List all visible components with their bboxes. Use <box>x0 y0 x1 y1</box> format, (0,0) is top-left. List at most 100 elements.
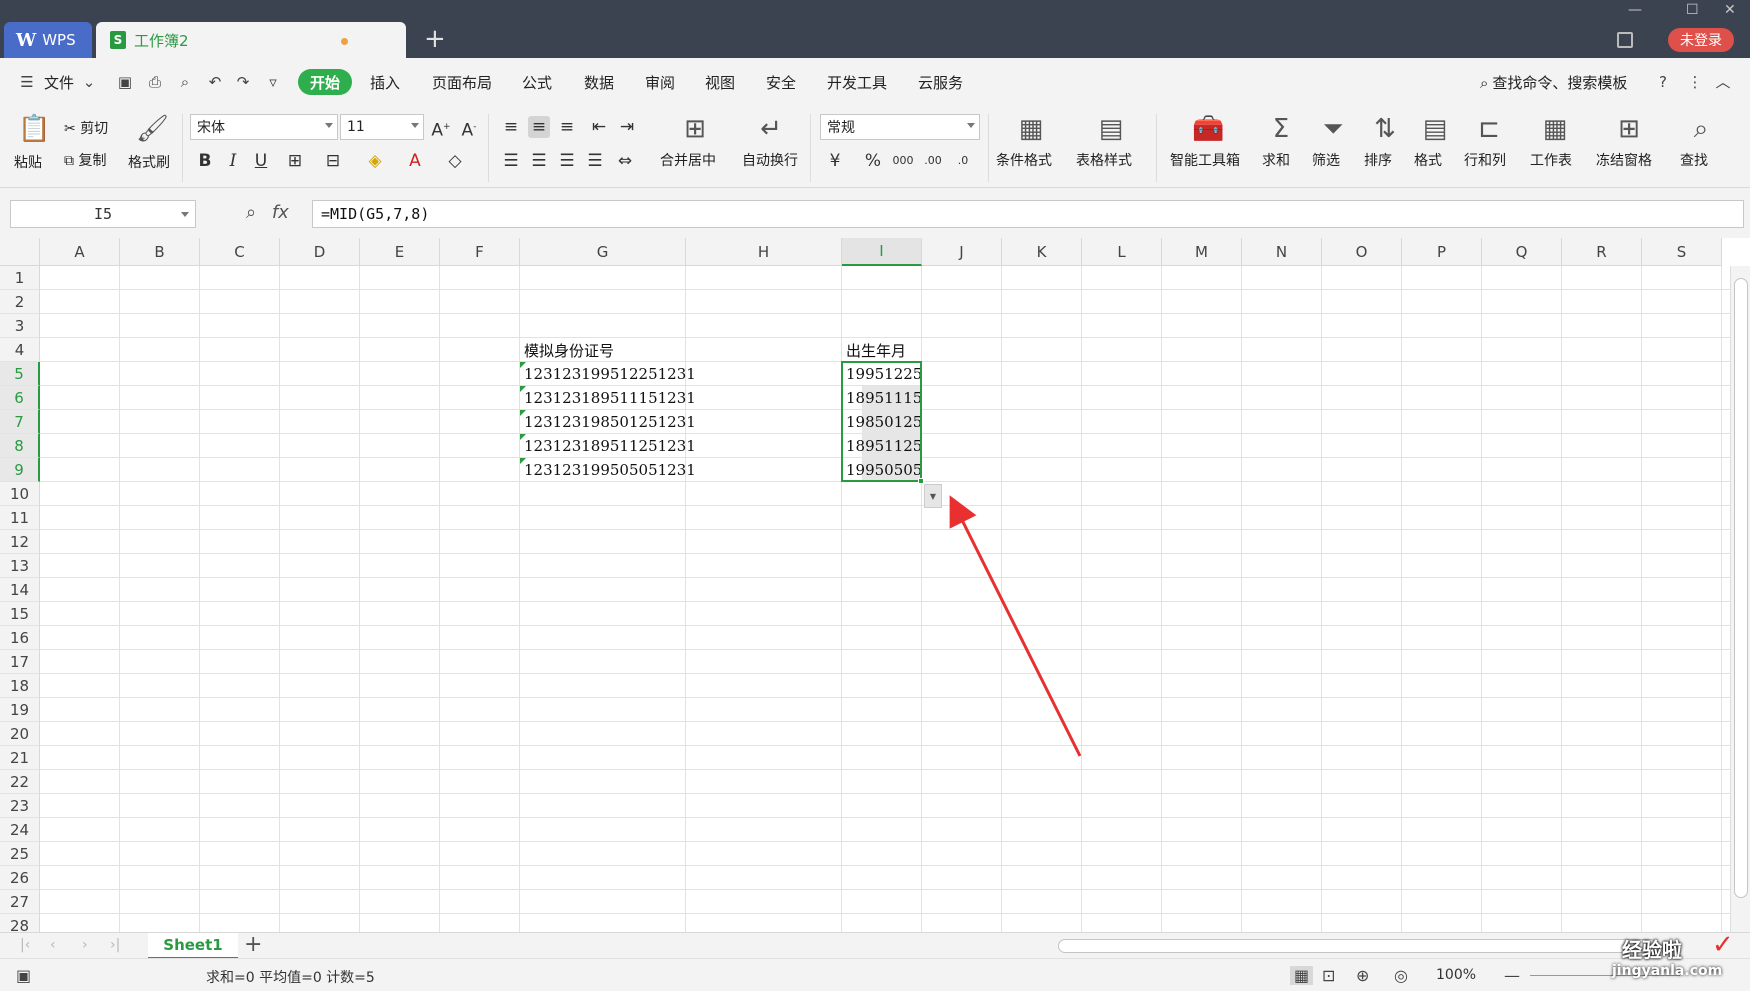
wrap-text-button[interactable]: 自动换行 <box>742 150 798 170</box>
justify-icon[interactable]: ☰ <box>584 150 606 172</box>
command-search[interactable]: ⌕ 查找命令、搜索模板 <box>1480 72 1627 93</box>
format-icon[interactable]: ▤ <box>1420 114 1450 144</box>
tab-cloud-services[interactable]: 云服务 <box>918 72 963 93</box>
more-options-icon[interactable]: ⋮ <box>1686 74 1704 90</box>
spreadsheet-grid[interactable]: ABCDEFGHIJKLMNOPQRS 1 2 3 4 5 6 7 8 9 10 11 12 13 14 1… <box>0 238 1750 932</box>
find-button[interactable]: 查找 <box>1680 150 1708 170</box>
tab-view[interactable]: 视图 <box>705 72 735 93</box>
name-box[interactable]: I5 <box>10 200 196 228</box>
increase-decimal-icon[interactable]: .00 <box>922 150 944 172</box>
sort-icon[interactable]: ⇅ <box>1370 114 1400 144</box>
increase-font-icon[interactable]: A+ <box>430 116 452 142</box>
redo-icon[interactable]: ↷ <box>234 74 252 90</box>
new-tab-button[interactable]: + <box>424 26 446 52</box>
align-center-icon[interactable]: ☰ <box>528 150 550 172</box>
increase-indent-icon[interactable]: ⇥ <box>616 116 638 138</box>
find-icon[interactable]: ⌕ <box>1686 114 1716 144</box>
sum-icon[interactable]: Σ <box>1266 114 1296 144</box>
worksheet-button[interactable]: 工作表 <box>1530 150 1572 170</box>
format-button[interactable]: 格式 <box>1414 150 1442 170</box>
vertical-scroll-thumb[interactable] <box>1734 278 1748 898</box>
tab-data[interactable]: 数据 <box>584 72 614 93</box>
bold-button[interactable]: B <box>194 150 216 172</box>
help-icon[interactable]: ? <box>1654 74 1672 90</box>
next-sheet-icon[interactable]: › <box>82 937 88 953</box>
page-layout-view-icon[interactable]: ⊕ <box>1356 966 1369 985</box>
horizontal-scrollbar[interactable] <box>1058 939 1658 953</box>
underline-button[interactable]: U <box>250 150 272 172</box>
align-right-icon[interactable]: ☰ <box>556 150 578 172</box>
decrease-indent-icon[interactable]: ⇤ <box>588 116 610 138</box>
hamburger-menu-icon[interactable]: ☰ <box>18 74 36 90</box>
tab-insert[interactable]: 插入 <box>370 72 400 93</box>
print-preview-icon[interactable]: ⌕ <box>176 74 194 90</box>
rows-cols-button[interactable]: 行和列 <box>1464 150 1506 170</box>
font-size-select[interactable]: 11 <box>340 114 424 140</box>
currency-icon[interactable]: ¥ <box>824 150 846 172</box>
wrap-text-icon[interactable]: ↵ <box>756 114 786 144</box>
filter-icon[interactable]: ⏷ <box>1318 114 1348 144</box>
wps-home-tab[interactable]: W WPS <box>4 22 92 58</box>
sum-button[interactable]: 求和 <box>1262 150 1290 170</box>
sort-button[interactable]: 排序 <box>1364 150 1392 170</box>
tab-page-layout[interactable]: 页面布局 <box>432 72 492 93</box>
merge-center-button[interactable]: 合并居中 <box>660 150 716 170</box>
first-sheet-icon[interactable]: |‹ <box>20 937 30 953</box>
thousands-separator-icon[interactable]: 000 <box>892 150 914 172</box>
align-top-icon[interactable]: ≡ <box>500 116 522 138</box>
align-middle-icon[interactable]: ≡ <box>528 116 550 138</box>
customize-toolbar-icon[interactable]: ▿ <box>264 74 282 90</box>
chevron-down-icon[interactable]: ⌄ <box>80 74 98 90</box>
add-sheet-button[interactable]: + <box>244 934 262 956</box>
conditional-format-icon[interactable]: ▦ <box>1016 114 1046 144</box>
formula-input[interactable]: =MID(G5,7,8) <box>312 200 1744 228</box>
copy-button[interactable]: ⧉ 复制 <box>64 150 106 170</box>
conditional-format-button[interactable]: 条件格式 <box>996 150 1052 170</box>
filter-button[interactable]: 筛选 <box>1312 150 1340 170</box>
smart-toolbox-icon[interactable]: 🧰 <box>1192 114 1224 144</box>
smart-toolbox-button[interactable]: 智能工具箱 <box>1170 150 1240 170</box>
tab-formulas[interactable]: 公式 <box>522 72 552 93</box>
close-icon[interactable]: ✕ <box>1724 2 1736 18</box>
borders-icon[interactable]: ⊞ <box>284 150 306 172</box>
font-name-select[interactable]: 宋体 <box>190 114 338 140</box>
cell-style-icon[interactable]: ⊟ <box>322 150 344 172</box>
tab-developer[interactable]: 开发工具 <box>827 72 887 93</box>
undo-icon[interactable]: ↶ <box>206 74 224 90</box>
tab-home[interactable]: 开始 <box>298 69 352 95</box>
window-layout-icon[interactable] <box>1617 32 1633 48</box>
paste-icon[interactable]: 📋 <box>18 114 50 144</box>
print-icon[interactable]: ⎙ <box>146 74 164 90</box>
format-painter-icon[interactable]: 🖌 <box>136 114 169 144</box>
rows-cols-icon[interactable]: ⊏ <box>1474 114 1504 144</box>
document-tab[interactable]: S 工作簿2 <box>96 22 406 58</box>
tab-security[interactable]: 安全 <box>766 72 796 93</box>
tab-review[interactable]: 审阅 <box>645 72 675 93</box>
page-break-view-icon[interactable]: ⊡ <box>1322 966 1335 985</box>
minimize-icon[interactable]: — <box>1628 2 1642 18</box>
zoom-level[interactable]: 100% <box>1436 967 1476 983</box>
freeze-panes-icon[interactable]: ⊞ <box>1614 114 1644 144</box>
prev-sheet-icon[interactable]: ‹ <box>50 937 56 953</box>
distributed-align-icon[interactable]: ⇔ <box>614 150 636 172</box>
zoom-out-icon[interactable]: — <box>1504 966 1520 985</box>
table-style-button[interactable]: 表格样式 <box>1076 150 1132 170</box>
freeze-panes-button[interactable]: 冻结窗格 <box>1596 150 1652 170</box>
insert-function-icon[interactable]: fx <box>272 202 289 223</box>
clear-format-icon[interactable]: ◇ <box>444 150 466 172</box>
file-menu[interactable]: 文件 <box>44 72 74 93</box>
paste-button[interactable]: 粘贴 <box>14 152 42 172</box>
last-sheet-icon[interactable]: ›| <box>110 937 120 953</box>
macro-record-icon[interactable]: ▣ <box>16 966 31 985</box>
merge-center-icon[interactable]: ⊞ <box>680 114 710 144</box>
zoom-search-icon[interactable]: ⌕ <box>246 202 256 223</box>
maximize-icon[interactable]: ☐ <box>1686 2 1699 18</box>
worksheet-icon[interactable]: ▦ <box>1540 114 1570 144</box>
save-icon[interactable]: ▣ <box>116 74 134 90</box>
align-left-icon[interactable]: ☰ <box>500 150 522 172</box>
collapse-ribbon-icon[interactable]: ︿ <box>1714 74 1732 90</box>
vertical-scrollbar[interactable] <box>1730 266 1750 932</box>
table-style-icon[interactable]: ▤ <box>1096 114 1126 144</box>
font-color-icon[interactable]: A <box>404 150 426 172</box>
number-format-select[interactable]: 常规 <box>820 114 980 140</box>
